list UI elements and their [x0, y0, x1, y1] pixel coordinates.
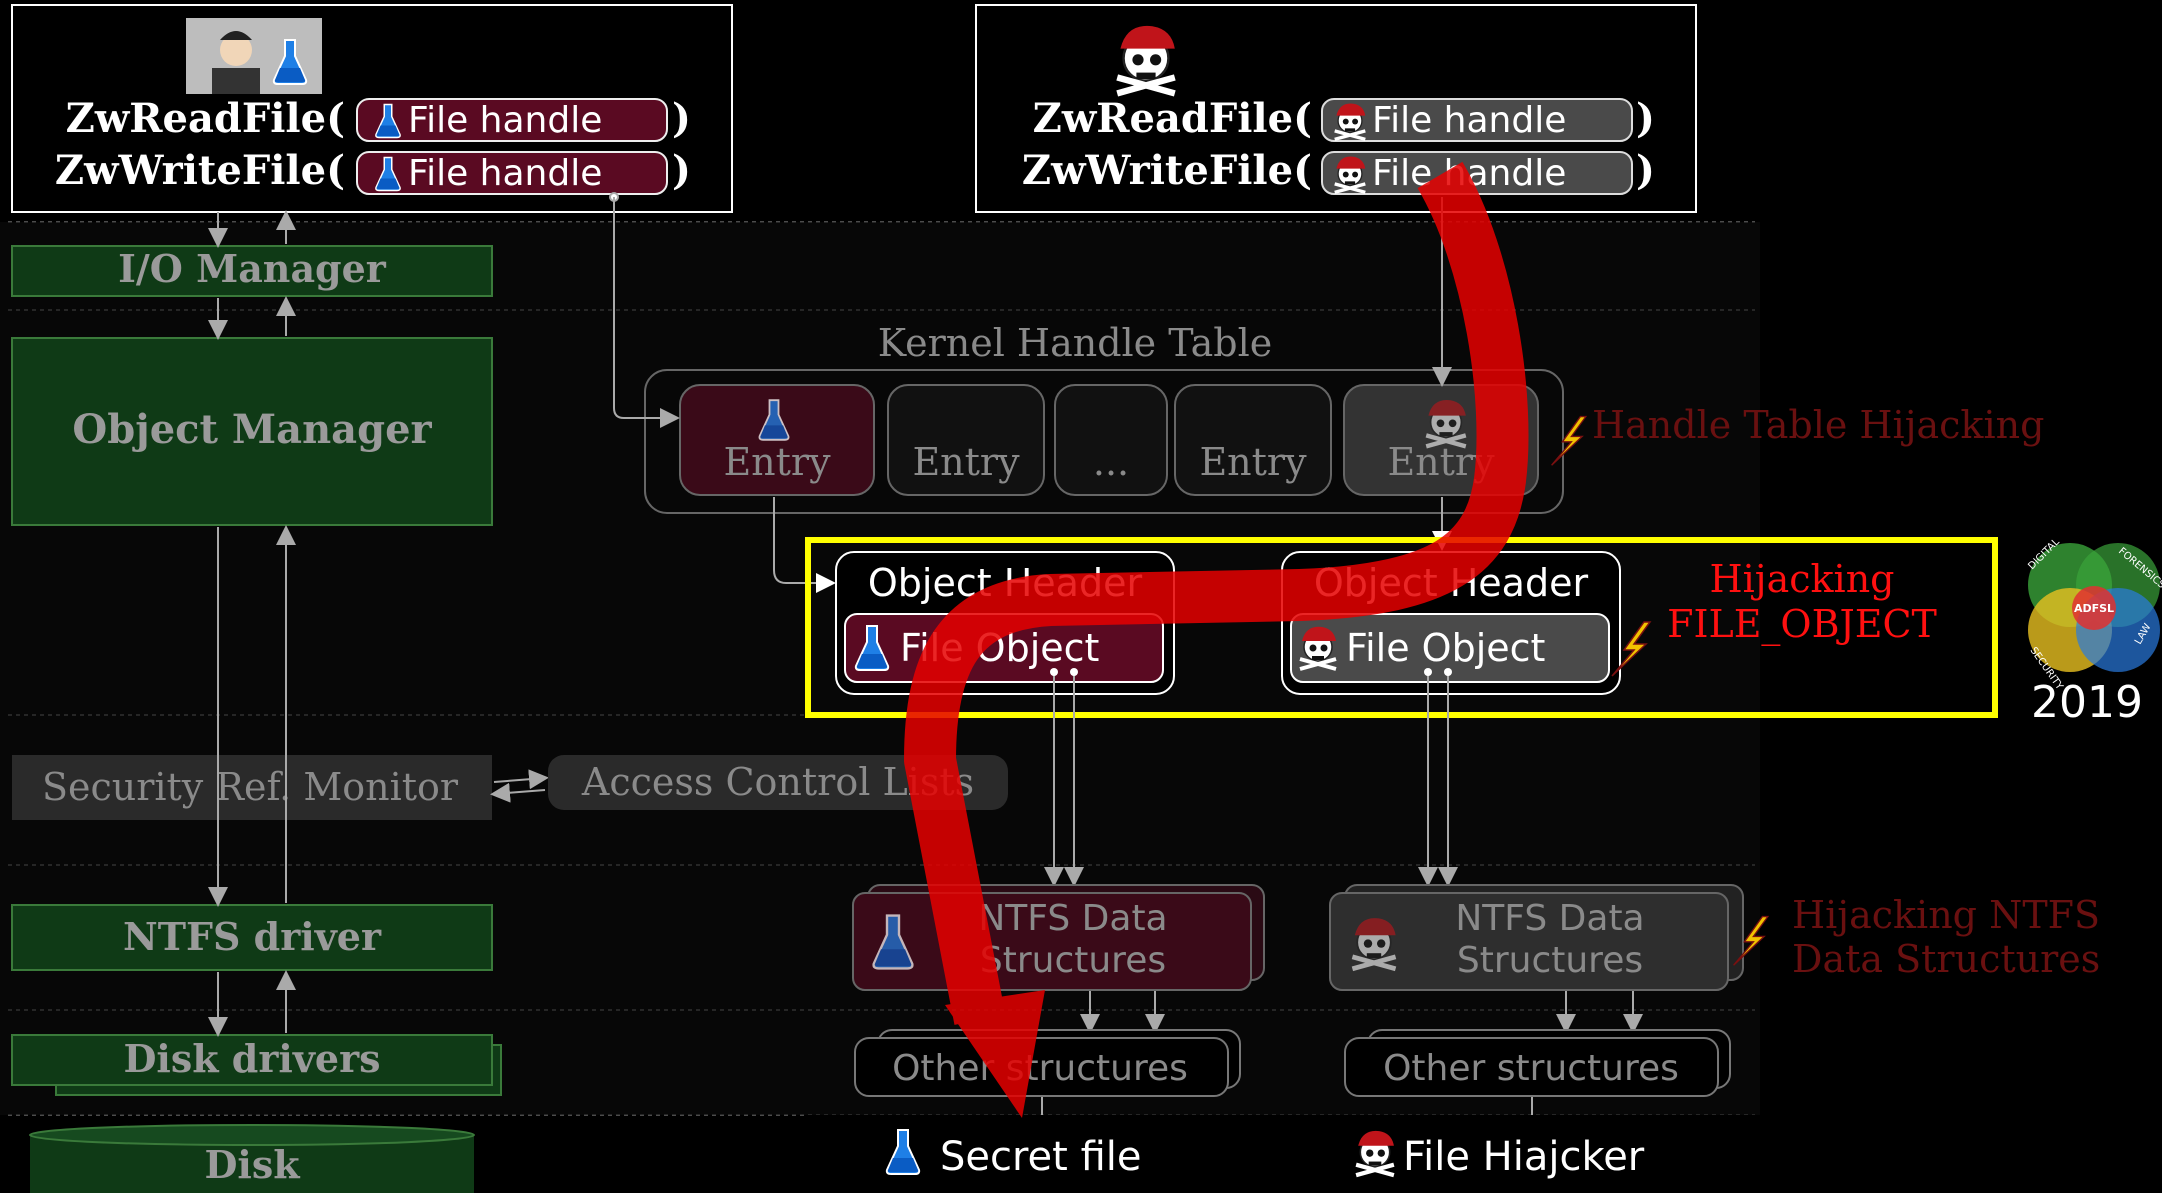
- legit-read-call: ZwReadFile(: [66, 95, 345, 142]
- secret-file-label: Secret file: [940, 1134, 1141, 1180]
- ntfs-driver-label: NTFS driver: [123, 914, 382, 959]
- legit-write-paren: ): [672, 147, 691, 194]
- disk-drivers-label: Disk drivers: [123, 1036, 380, 1081]
- handle-entry-label: Entry: [723, 440, 831, 484]
- io-manager-label: I/O Manager: [118, 246, 387, 291]
- handle-entry-label: Entry: [1199, 440, 1307, 484]
- attacker-other-structures-label: Other structures: [1383, 1048, 1679, 1089]
- legit-other-structures-label: Other structures: [892, 1048, 1188, 1089]
- handle-table-title: Kernel Handle Table: [878, 321, 1273, 365]
- legit-read-paren: ): [672, 95, 691, 142]
- handle-entry-label: Entry: [912, 440, 1020, 484]
- legit-ntfs-line1: NTFS Data: [978, 898, 1167, 939]
- hijacker-label: File Hiajcker: [1403, 1134, 1645, 1180]
- attack-ntfs-line2: Data Structures: [1792, 937, 2100, 981]
- object-manager-label: Object Manager: [72, 406, 432, 453]
- legit-read-handle-label: File handle: [408, 100, 602, 141]
- attack-handle-table: Handle Table Hijacking: [1592, 403, 2044, 447]
- legit-write-handle-label: File handle: [408, 153, 602, 194]
- attacker-read-call: ZwReadFile(: [1033, 95, 1312, 142]
- attacker-read-handle-label: File handle: [1372, 100, 1566, 141]
- adfsl-logo-text: ADFSL: [2074, 602, 2114, 615]
- attacker-ntfs-line1: NTFS Data: [1455, 898, 1644, 939]
- attack-file-object-line2: FILE_OBJECT: [1667, 602, 1937, 647]
- legit-write-call: ZwWriteFile(: [55, 147, 345, 194]
- legit-ntfs-line2: Structures: [980, 940, 1166, 981]
- handle-entry-label: ...: [1093, 440, 1129, 484]
- attacker-ntfs-line2: Structures: [1457, 940, 1643, 981]
- diagram-canvas: ZwReadFile( ZwWriteFile( File handle Fil…: [0, 4, 2162, 1193]
- conference-year: 2019: [2031, 677, 2143, 728]
- disk-label: Disk: [204, 1142, 300, 1187]
- attacker-write-call: ZwWriteFile(: [1022, 147, 1312, 194]
- attack-file-object-line1: Hijacking: [1710, 557, 1895, 601]
- attacker-read-paren: ): [1636, 95, 1655, 142]
- attack-ntfs-line1: Hijacking NTFS: [1792, 893, 2100, 937]
- attacker-file-object-label: File Object: [1346, 626, 1545, 670]
- security-monitor-label: Security Ref. Monitor: [42, 765, 459, 809]
- attacker-write-paren: ): [1636, 147, 1655, 194]
